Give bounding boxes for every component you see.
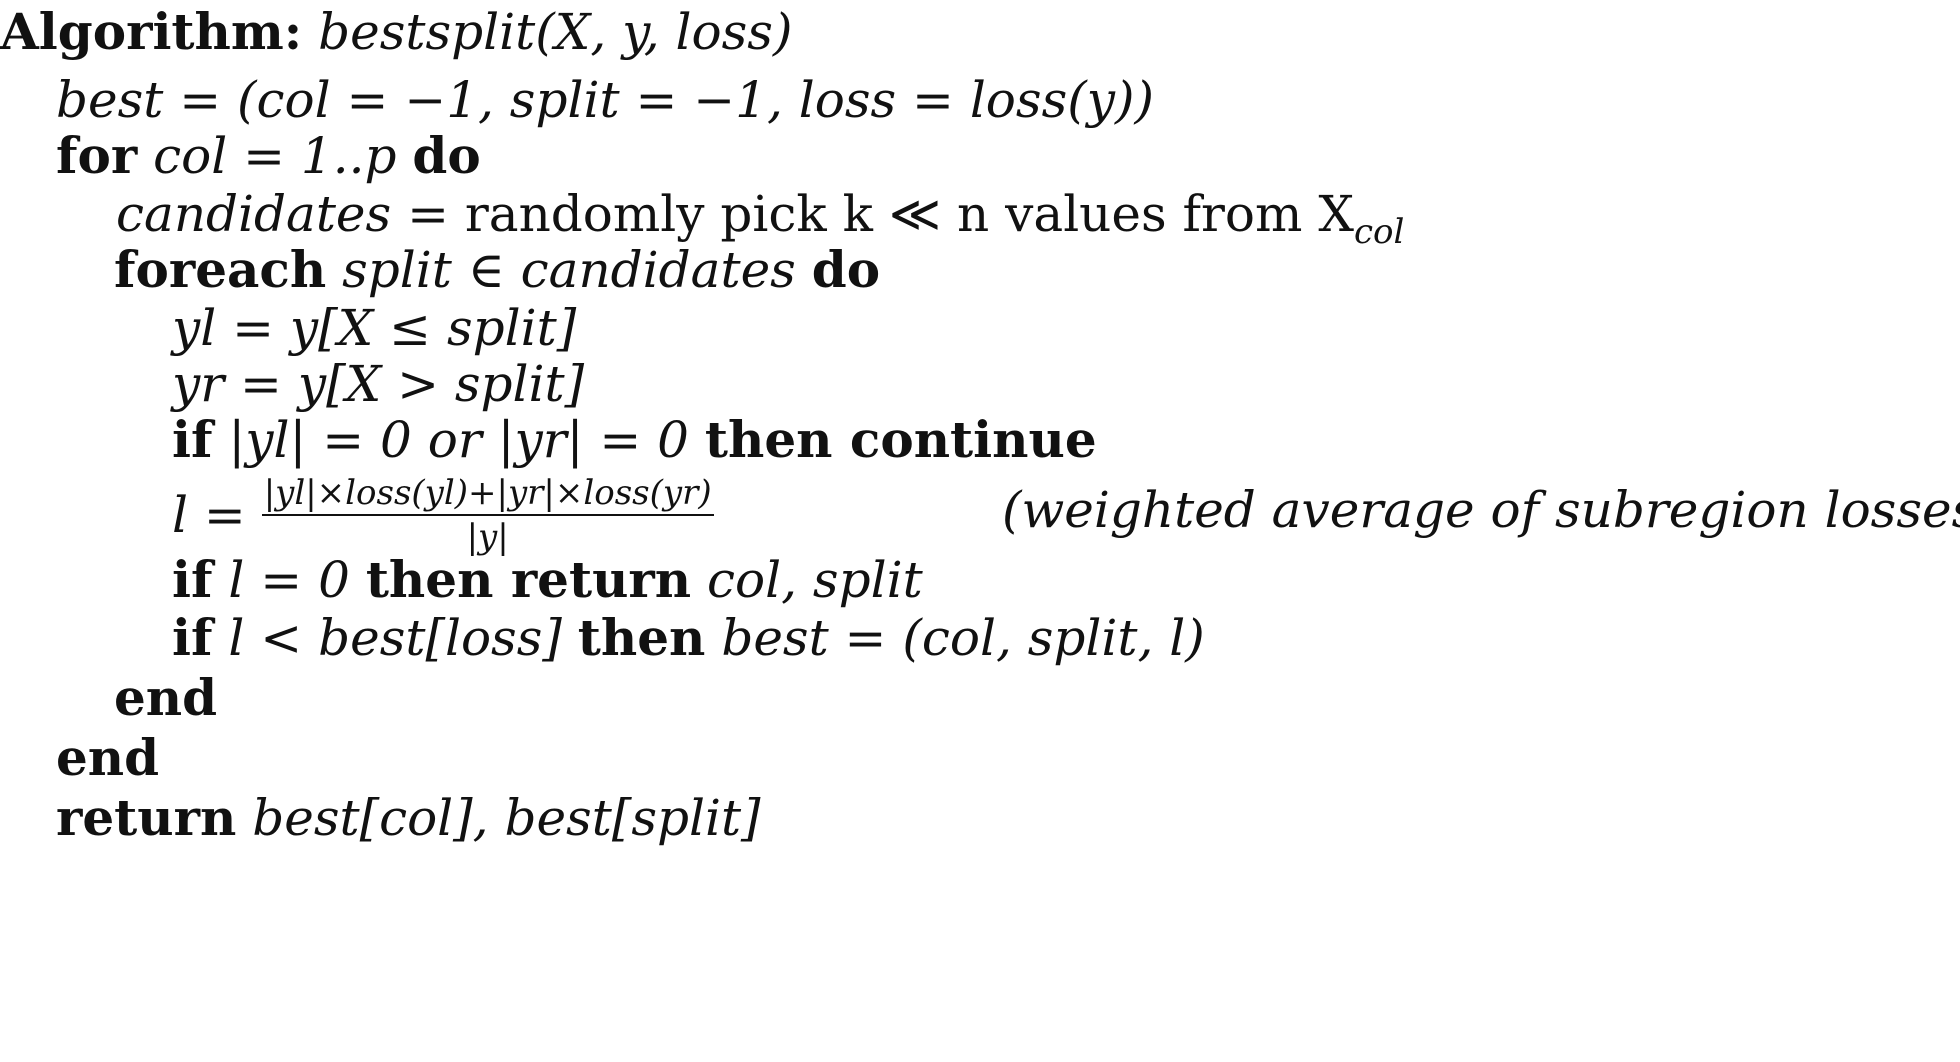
algorithm-header: Algorithm: bestsplit(X, y, loss) bbox=[0, 2, 792, 62]
end-inner: end bbox=[114, 668, 218, 727]
candidates-line: candidates = randomly pick k ≪ n values … bbox=[116, 184, 1404, 252]
algorithm-block: Algorithm: bestsplit(X, y, loss) best = … bbox=[0, 0, 1960, 1062]
candidates-rhs: = randomly pick k ≪ n values from X bbox=[391, 185, 1354, 243]
candidates-subscript: col bbox=[1353, 212, 1405, 252]
return-keyword: return bbox=[56, 788, 237, 847]
if-return-condition: l = 0 bbox=[228, 551, 350, 609]
for-keyword: for bbox=[56, 126, 138, 185]
if-keyword-2: if bbox=[172, 550, 213, 609]
yr-line: yr = y[X > split] bbox=[172, 355, 585, 413]
if-continue-condition: |yl| = 0 or |yr| = 0 bbox=[228, 411, 689, 469]
foreach-line: foreach split ∈ candidates do bbox=[114, 240, 880, 300]
if-keyword-3: if bbox=[172, 608, 213, 667]
if-continue-line: if |yl| = 0 or |yr| = 0 then continue bbox=[172, 410, 1097, 470]
then-return-keyword: then return bbox=[365, 550, 692, 609]
if-return-line: if l = 0 then return col, split bbox=[172, 550, 923, 610]
do-keyword: do bbox=[412, 126, 481, 185]
then-keyword: then bbox=[577, 608, 706, 667]
yl-line: yl = y[X ≤ split] bbox=[172, 299, 577, 357]
loss-lhs: l = bbox=[172, 486, 262, 544]
if-best-condition: l < best[loss] bbox=[228, 609, 562, 667]
return-expression: best[col], best[split] bbox=[252, 789, 761, 847]
for-expression: col = 1..p bbox=[153, 127, 397, 185]
for-line: for col = 1..p do bbox=[56, 126, 481, 186]
end-outer: end bbox=[56, 728, 160, 787]
init-line: best = (col = −1, split = −1, loss = los… bbox=[56, 71, 1154, 129]
candidates-lhs: candidates bbox=[116, 185, 392, 243]
return-line: return best[col], best[split] bbox=[56, 788, 761, 848]
if-keyword: if bbox=[172, 410, 213, 469]
foreach-keyword: foreach bbox=[114, 240, 327, 299]
loss-fraction-numerator: |yl|×loss(yl)+|yr|×loss(yr) bbox=[261, 474, 714, 516]
loss-comment: (weighted average of subregion losses) bbox=[1002, 481, 1960, 539]
algorithm-keyword: Algorithm: bbox=[0, 2, 303, 61]
algorithm-signature: bestsplit(X, y, loss) bbox=[318, 3, 793, 61]
loss-fraction: |yl|×loss(yl)+|yr|×loss(yr) |y| bbox=[261, 474, 714, 556]
foreach-do-keyword: do bbox=[811, 240, 881, 299]
then-continue-keyword: then continue bbox=[704, 410, 1097, 469]
if-return-values: col, split bbox=[707, 551, 923, 609]
foreach-expression: split ∈ candidates bbox=[342, 241, 796, 299]
best-assignment: best = (col, split, l) bbox=[721, 609, 1205, 667]
if-best-line: if l < best[loss] then best = (col, spli… bbox=[172, 608, 1205, 668]
loss-assignment-line: l = |yl|×loss(yl)+|yr|×loss(yr) |y| bbox=[172, 474, 714, 556]
